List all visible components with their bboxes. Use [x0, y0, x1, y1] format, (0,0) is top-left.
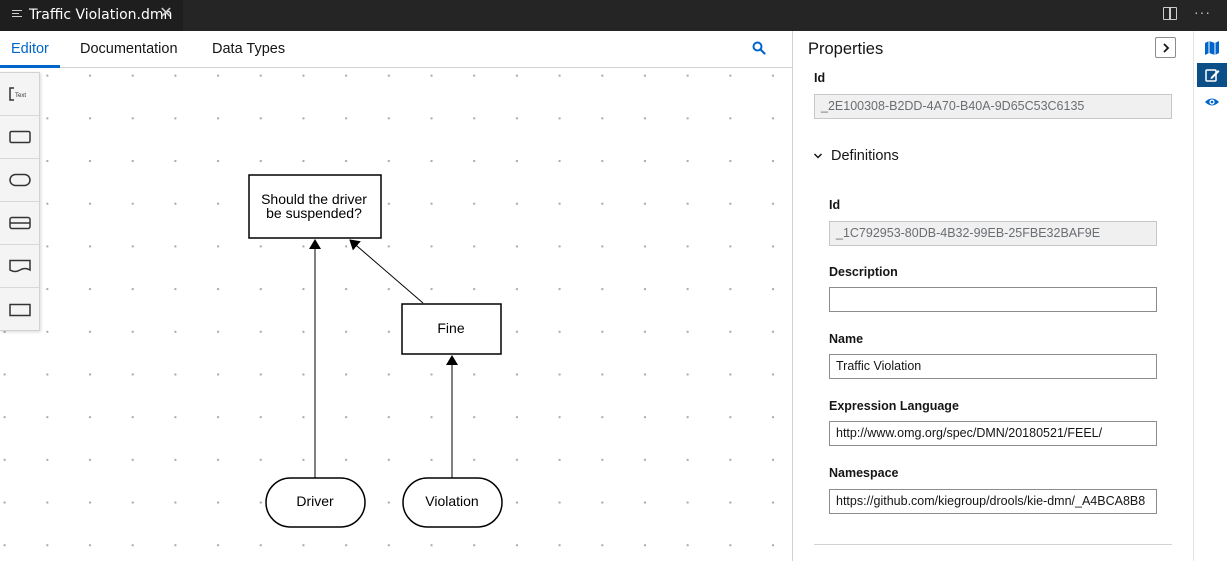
chevron-down-icon	[813, 153, 823, 159]
business-knowledge-model-tool[interactable]	[0, 202, 39, 245]
edit-icon	[1205, 69, 1220, 82]
text-annotation-icon: Text	[8, 87, 26, 101]
decision-icon	[8, 130, 31, 144]
map-icon	[1205, 41, 1219, 55]
definitions-section-header[interactable]: Definitions	[813, 148, 899, 164]
tab-editor[interactable]: Editor	[11, 41, 49, 57]
node-label-line: Violation	[425, 493, 478, 509]
id-label: Id	[814, 71, 826, 85]
file-tab[interactable]: Traffic Violation.dmn ✕	[0, 0, 183, 31]
node-label-line: Fine	[437, 320, 464, 336]
input-data-node-driver[interactable]: Driver	[265, 477, 366, 528]
decision-node-fine[interactable]: Fine	[401, 303, 502, 355]
definitions-section-title: Definitions	[831, 148, 899, 164]
knowledge-source-tool[interactable]	[0, 245, 39, 288]
expression-language-label: Expression Language	[829, 399, 959, 413]
diagram-canvas[interactable]: Should the driver be suspended? Fine Dri…	[0, 68, 792, 561]
decision-service-icon	[8, 303, 31, 316]
business-knowledge-model-icon	[8, 216, 31, 230]
section-divider	[814, 544, 1172, 545]
input-data-tool[interactable]	[0, 159, 39, 202]
name-field[interactable]: Traffic Violation	[829, 354, 1157, 379]
expression-language-field[interactable]: http://www.omg.org/spec/DMN/20180521/FEE…	[829, 421, 1157, 446]
node-label-line: Driver	[296, 493, 334, 509]
decision-tool[interactable]	[0, 116, 39, 159]
close-icon[interactable]: ✕	[158, 5, 174, 23]
namespace-field[interactable]: https://github.com/kiegroup/drools/kie-d…	[829, 489, 1157, 514]
decision-node-should-driver-be-suspended[interactable]: Should the driver be suspended?	[248, 174, 382, 239]
tab-data-types[interactable]: Data Types	[212, 41, 285, 57]
input-data-icon	[8, 173, 31, 187]
preview-button[interactable]	[1197, 90, 1227, 114]
explore-diagram-button[interactable]	[1197, 36, 1227, 60]
eye-icon	[1205, 98, 1219, 106]
search-icon[interactable]	[752, 41, 766, 55]
name-label: Name	[829, 332, 864, 346]
dmn-diagram: Should the driver be suspended? Fine Dri…	[248, 174, 503, 528]
description-field[interactable]	[829, 287, 1157, 312]
definitions-id-field: _1C792953-80DB-4B32-99EB-25FBE32BAF9E	[829, 221, 1157, 246]
id-field: _2E100308-B2DD-4A70-B40A-9D65C53C6135	[814, 94, 1172, 119]
collapse-panel-button[interactable]	[1155, 37, 1176, 58]
split-editor-icon[interactable]	[1163, 7, 1177, 20]
properties-panel: Properties Id _2E100308-B2DD-4A70-B40A-9…	[793, 31, 1193, 561]
edge-fine-to-decision[interactable]	[349, 239, 424, 304]
tab-documentation[interactable]: Documentation	[80, 41, 178, 57]
definitions-id-label: Id	[829, 198, 841, 212]
input-data-node-violation[interactable]: Violation	[402, 477, 503, 528]
description-label: Description	[829, 265, 898, 279]
shape-palette: Text	[0, 72, 40, 331]
right-tool-rail	[1193, 31, 1227, 561]
file-tab-title: Traffic Violation.dmn	[29, 7, 173, 23]
svg-text:Text: Text	[15, 93, 26, 99]
namespace-label: Namespace	[829, 466, 899, 480]
menu-lines-icon	[12, 10, 22, 20]
more-actions-icon[interactable]: ···	[1194, 4, 1211, 20]
knowledge-source-icon	[8, 259, 31, 273]
node-label-line: be suspended?	[266, 205, 362, 221]
text-annotation-tool[interactable]: Text	[0, 73, 39, 116]
editor-tab-bar: Editor Documentation Data Types	[0, 31, 792, 68]
properties-title: Properties	[808, 40, 884, 58]
decision-service-tool[interactable]	[0, 288, 39, 331]
chevron-right-icon	[1162, 42, 1169, 53]
properties-button[interactable]	[1197, 63, 1227, 87]
title-bar: Traffic Violation.dmn ✕ ···	[0, 0, 1227, 31]
